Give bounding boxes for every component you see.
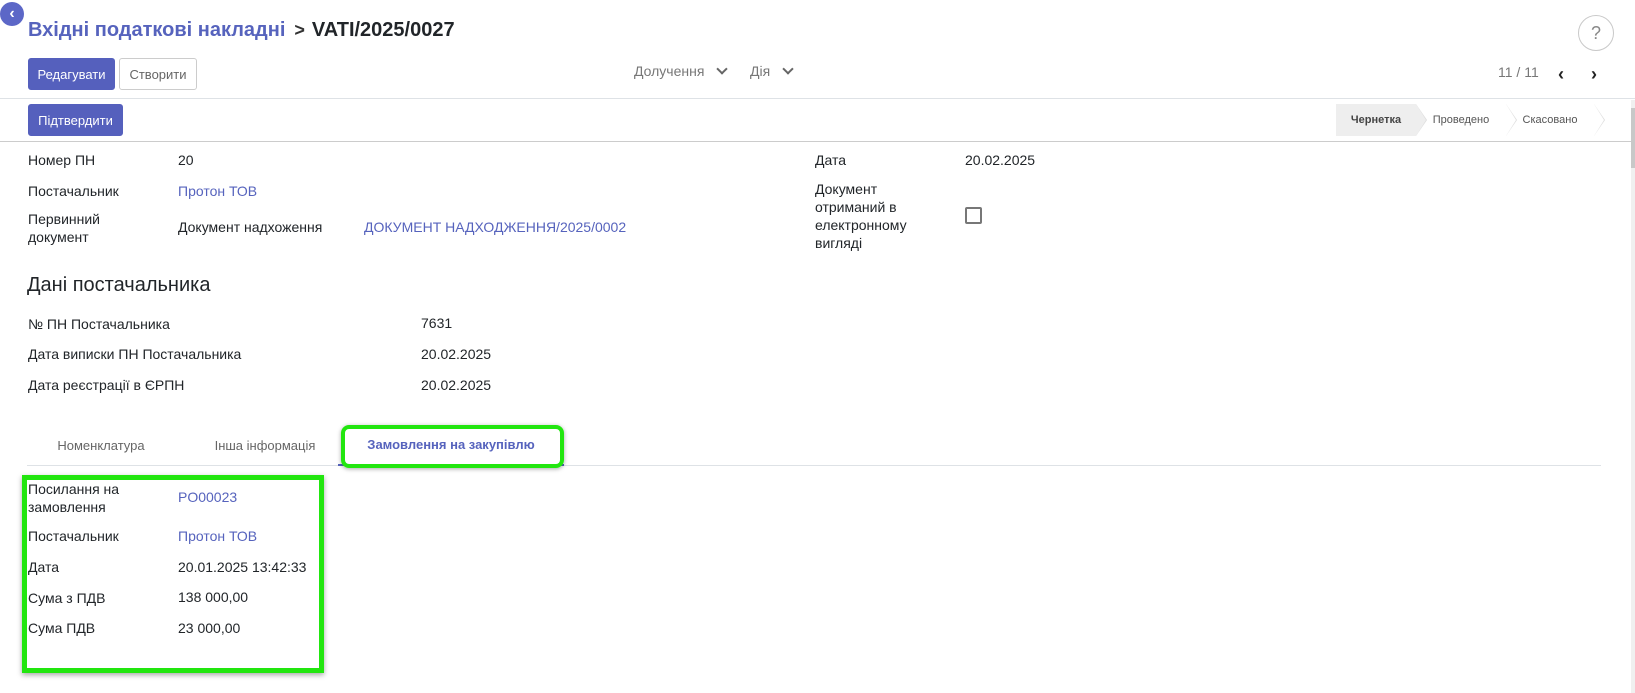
electronic-checkbox[interactable] bbox=[965, 207, 982, 224]
status-step-label: Проведено bbox=[1432, 114, 1490, 126]
po-total-label: Сума з ПДВ bbox=[28, 590, 106, 606]
scrollbar-track[interactable] bbox=[1631, 100, 1635, 693]
po-supplier-link[interactable]: Протон ТОВ bbox=[178, 527, 257, 545]
primary-doc-label: Первинний документ bbox=[28, 211, 100, 245]
primary-doc-type: Документ надхоження bbox=[178, 219, 323, 235]
attachments-dropdown[interactable]: Долучення bbox=[634, 63, 729, 79]
status-step-posted[interactable]: Проведено bbox=[1416, 104, 1517, 136]
action-dropdown[interactable]: Дія bbox=[750, 63, 794, 79]
status-step-label: Чернетка bbox=[1350, 114, 1402, 126]
po-vat-value: 23 000,00 bbox=[178, 620, 241, 636]
number-label: Номер ПН bbox=[28, 152, 96, 168]
chevron-down-icon bbox=[716, 63, 729, 75]
supplier-issue-date-label: Дата виписки ПН Постачальника bbox=[28, 346, 242, 362]
back-arrow-icon[interactable]: ‹ bbox=[0, 2, 24, 26]
supplier-invoice-number-value: 7631 bbox=[421, 315, 453, 331]
help-button[interactable]: ? bbox=[1578, 15, 1614, 51]
po-vat-label: Сума ПДВ bbox=[28, 620, 96, 636]
date-value: 20.02.2025 bbox=[965, 152, 1036, 168]
scrollbar-thumb[interactable] bbox=[1631, 108, 1635, 168]
primary-doc-link[interactable]: ДОКУМЕНТ НАДХОДЖЕННЯ/2025/0002 bbox=[364, 218, 626, 236]
notebook-tabs: Номенклатура Інша інформація Замовлення … bbox=[27, 425, 1601, 466]
po-date-value: 20.01.2025 13:42:33 bbox=[178, 559, 307, 575]
breadcrumb-parent-link[interactable]: Вхідні податкові накладні bbox=[28, 19, 285, 42]
po-date-label: Дата bbox=[28, 559, 60, 575]
registration-date-value: 20.02.2025 bbox=[421, 377, 492, 393]
supplier-issue-date-value: 20.02.2025 bbox=[421, 346, 492, 362]
action-label: Дія bbox=[750, 63, 771, 79]
tab-other-info[interactable]: Інша інформація bbox=[191, 425, 339, 466]
page-title: VATI/2025/0027 bbox=[311, 19, 455, 41]
status-step-draft[interactable]: Чернетка bbox=[1336, 104, 1427, 136]
number-value: 20 bbox=[178, 152, 194, 168]
edit-button[interactable]: Редагувати bbox=[28, 58, 115, 90]
attachments-label: Долучення bbox=[634, 63, 705, 79]
pager-counter[interactable]: 11 / 11 bbox=[1498, 64, 1539, 80]
breadcrumb: Вхідні податкові накладні > VATI/2025/00… bbox=[28, 19, 455, 42]
supplier-data-title: Дані постачальника bbox=[27, 274, 211, 296]
po-reference-link[interactable]: PO00023 bbox=[178, 488, 237, 506]
po-reference-label: Посилання на замовлення bbox=[28, 481, 120, 515]
pager-previous-icon[interactable]: ‹ bbox=[1551, 64, 1571, 84]
confirm-button[interactable]: Підтвердити bbox=[28, 104, 123, 136]
registration-date-label: Дата реєстрації в ЄРПН bbox=[28, 377, 185, 393]
electronic-label: Документ отриманий в електронному вигляд… bbox=[815, 181, 907, 251]
date-label: Дата bbox=[815, 152, 847, 168]
supplier-invoice-number-label: № ПН Постачальника bbox=[28, 316, 170, 332]
status-steps: Чернетка Проведено Скасовано bbox=[1336, 104, 1605, 136]
supplier-link[interactable]: Протон ТОВ bbox=[178, 182, 257, 200]
control-panel bbox=[0, 0, 1635, 99]
supplier-label: Постачальник bbox=[28, 183, 119, 199]
status-step-label: Скасовано bbox=[1522, 114, 1578, 126]
status-step-cancelled[interactable]: Скасовано bbox=[1506, 104, 1605, 136]
po-supplier-label: Постачальник bbox=[28, 528, 119, 544]
create-button[interactable]: Створити bbox=[119, 58, 197, 90]
po-total-value: 138 000,00 bbox=[178, 589, 249, 605]
breadcrumb-separator: > bbox=[294, 20, 305, 40]
chevron-down-icon bbox=[782, 63, 794, 75]
tab-nomenclature[interactable]: Номенклатура bbox=[27, 425, 175, 466]
tab-purchase-order[interactable]: Замовлення на закупівлю bbox=[338, 425, 564, 466]
pager-next-icon[interactable]: › bbox=[1584, 64, 1604, 84]
